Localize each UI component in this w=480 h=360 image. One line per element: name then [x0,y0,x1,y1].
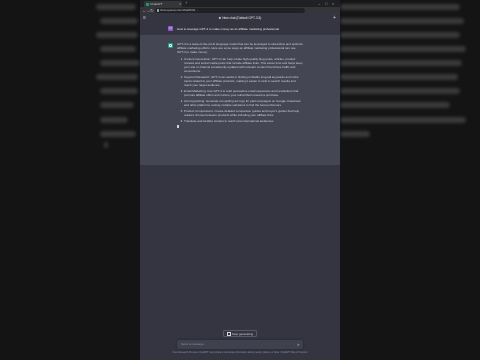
list-item: Product Comparisons: Create detailed com… [184,109,303,117]
stop-label: Stop generating [231,332,254,336]
browser-toolbar: ← → ↻ chat.openai.com/chat/f2c9… [140,7,340,14]
assistant-message: GPT-4 is a state-of-the-art AI language … [177,42,303,129]
message-placeholder: Send a message... [181,342,207,346]
tab-title: ChatGPT [150,2,163,6]
list-item: Ad Copywriting: Generate compelling ad c… [184,99,303,107]
screen-recording: ChatGPT × + – □ × ← → ↻ chat.openai.com/… [140,0,340,360]
url-text: chat.openai.com/chat/f2c9… [160,8,199,13]
chatgpt-favicon-icon [145,2,149,6]
list-item: Email Marketing: Use GPT-4 to craft pers… [184,89,303,97]
address-bar[interactable]: chat.openai.com/chat/f2c9… [155,8,305,13]
list-item: Keyword Research: GPT-4 can assist in fi… [184,75,303,88]
left-backdrop [0,0,140,360]
send-icon[interactable]: ➤ [297,340,300,349]
assistant-intro: GPT-4 is a state-of-the-art AI language … [177,42,303,55]
stop-icon [226,332,231,337]
maximize-icon[interactable]: □ [325,0,327,7]
assistant-message-row: GPT-4 is a state-of-the-art AI language … [140,35,340,165]
new-tab-icon[interactable]: + [185,0,187,6]
lock-icon [156,9,159,12]
browser-tab-strip: ChatGPT × + – □ × [140,0,340,7]
close-window-icon[interactable]: × [332,0,334,7]
user-message: How to leverage GPT-4 to make money as a… [177,26,279,31]
new-chat-icon[interactable]: + [333,15,336,21]
stop-generating-button[interactable]: Stop generating [223,330,257,337]
list-item: Content Generation: GPT-4 can help creat… [184,57,303,74]
user-avatar: N [168,26,173,31]
reload-icon[interactable]: ↻ [150,7,154,14]
right-backdrop [340,0,480,360]
minimize-icon[interactable]: – [318,0,320,7]
list-item: Translate and localize content to reach … [184,119,303,123]
message-input[interactable]: Send a message... ➤ [177,340,303,349]
chat-title: ✱ New chat (Default GPT-3.5) [218,16,262,21]
chatgpt-logo-icon [168,43,173,48]
disclaimer-text: Free Research Preview. ChatGPT may produ… [172,351,308,354]
typing-cursor [177,124,179,129]
assistant-list: Content Generation: GPT-4 can help creat… [177,57,303,123]
